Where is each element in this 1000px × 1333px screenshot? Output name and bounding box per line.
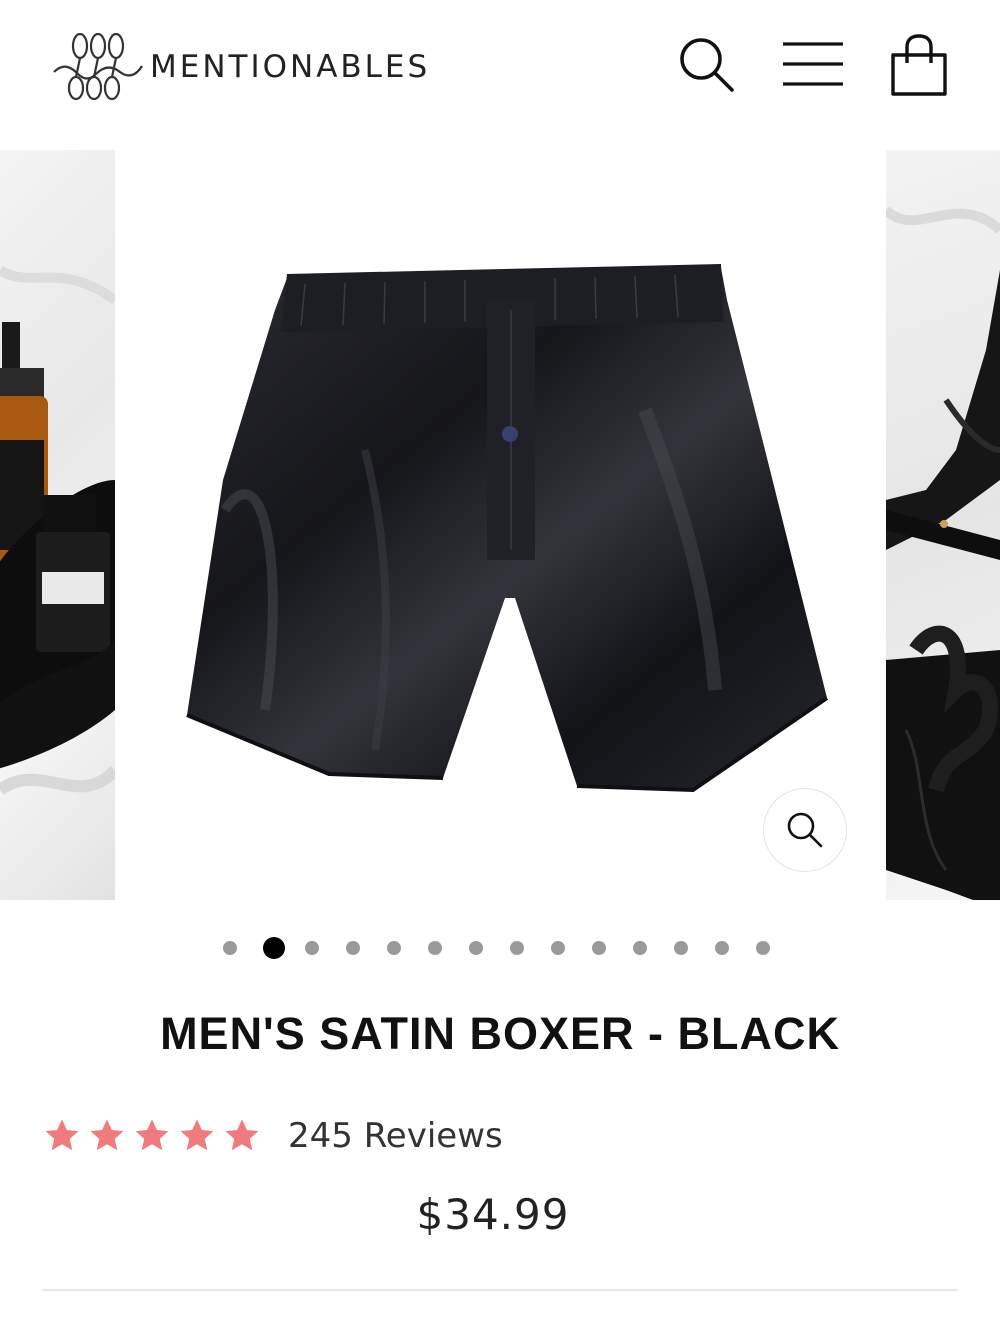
- pagination-dot[interactable]: [346, 941, 360, 955]
- pagination-dot-active[interactable]: [263, 937, 285, 959]
- whiskey-cologne-photo: [0, 265, 115, 796]
- active-slide-image[interactable]: [115, 150, 886, 900]
- star-rating: [43, 1117, 268, 1155]
- reviews-link[interactable]: 245 Reviews: [288, 1116, 503, 1156]
- zoom-button[interactable]: [763, 788, 847, 872]
- pagination-dot[interactable]: [551, 941, 565, 955]
- star-icon: [45, 1119, 79, 1151]
- product-title: MEN'S SATIN BOXER - BLACK: [160, 1008, 840, 1059]
- menu-icon: [783, 42, 843, 86]
- divider: [43, 1289, 957, 1291]
- brand-logo[interactable]: MENTIONABLES: [50, 28, 430, 104]
- brand-name: MENTIONABLES: [150, 49, 431, 85]
- rating-summary[interactable]: 245 Reviews: [43, 1112, 503, 1160]
- star-icon: [90, 1119, 124, 1151]
- pagination-dot[interactable]: [387, 941, 401, 955]
- pagination-dot[interactable]: [428, 941, 442, 955]
- lingerie-photo: [886, 206, 1000, 900]
- search-button[interactable]: [672, 30, 742, 100]
- cart-button[interactable]: [884, 30, 954, 100]
- gallery-pagination: [0, 936, 1000, 960]
- product-price: $34.99: [416, 1190, 570, 1239]
- star-icon: [135, 1119, 169, 1151]
- product-image-gallery[interactable]: [0, 150, 1000, 900]
- menu-button[interactable]: [778, 30, 848, 100]
- next-slide-image[interactable]: [886, 150, 1000, 900]
- shopping-bag-icon: [891, 34, 947, 96]
- satin-boxer-photo: [186, 264, 829, 793]
- pagination-dot[interactable]: [674, 941, 688, 955]
- pagination-dot[interactable]: [223, 941, 237, 955]
- pagination-dot[interactable]: [633, 941, 647, 955]
- logo-mark-icon: [53, 32, 143, 101]
- pagination-dot[interactable]: [715, 941, 729, 955]
- magnifier-icon: [787, 812, 823, 848]
- pagination-dot[interactable]: [510, 941, 524, 955]
- star-icon: [225, 1119, 259, 1151]
- pagination-dot[interactable]: [592, 941, 606, 955]
- site-header: MENTIONABLES: [0, 0, 1000, 130]
- star-icon: [180, 1119, 214, 1151]
- pagination-dot[interactable]: [756, 941, 770, 955]
- previous-slide-image[interactable]: [0, 150, 115, 900]
- search-icon: [680, 38, 734, 92]
- pagination-dot[interactable]: [305, 941, 319, 955]
- pagination-dot[interactable]: [469, 941, 483, 955]
